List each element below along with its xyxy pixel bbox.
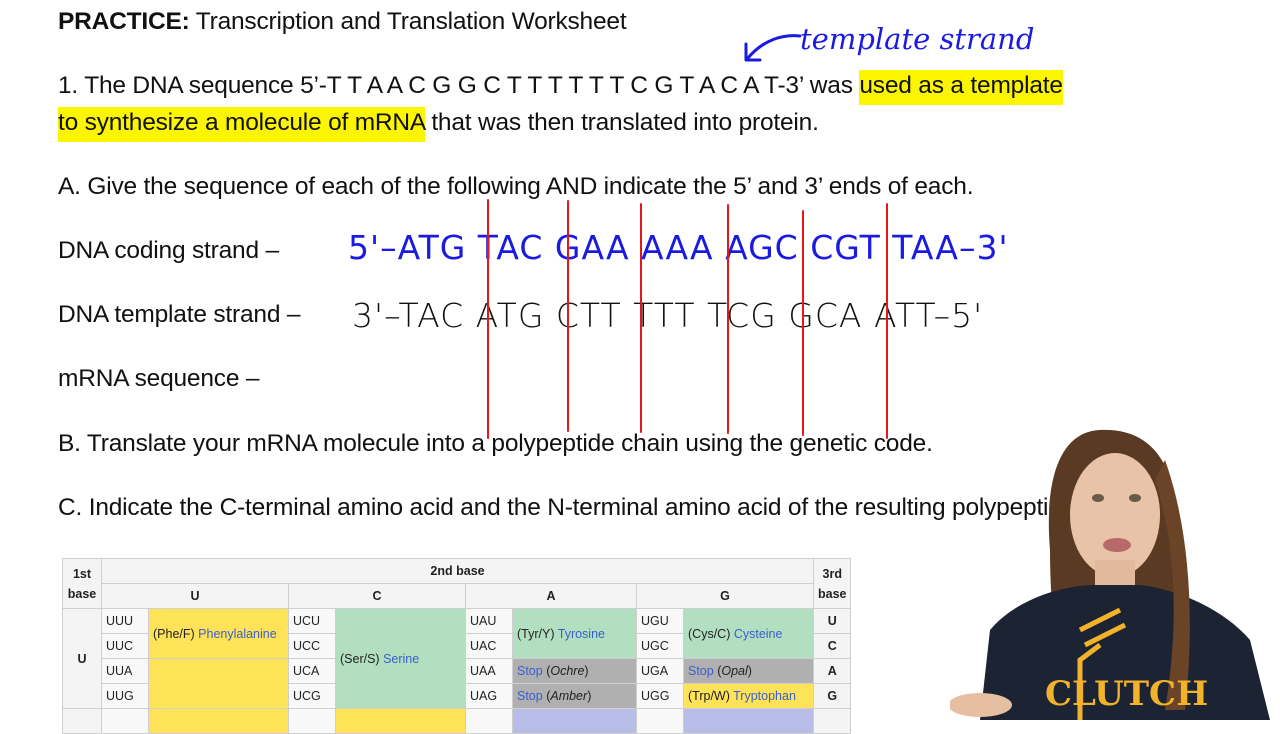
third-base-cell: U — [812, 608, 852, 634]
codon-divider — [640, 203, 642, 433]
title-bold: PRACTICE: — [58, 8, 190, 35]
codon-cell: UAU — [465, 608, 513, 634]
codon-cell: UAG — [465, 683, 513, 709]
codon-cell — [101, 708, 149, 734]
codon-cell: UUU — [101, 608, 149, 634]
presenter-face — [1070, 453, 1160, 577]
codon-cell — [636, 708, 684, 734]
part-a-prompt: A. Give the sequence of each of the foll… — [58, 173, 974, 200]
part-b-prompt: B. Translate your mRNA molecule into a p… — [58, 430, 933, 457]
third-base-cell: C — [812, 633, 852, 659]
codon-cell: UAC — [465, 633, 513, 659]
first-base-header: 1st base — [62, 558, 102, 609]
question-1-line-2: to synthesize a molecule of mRNA that wa… — [58, 107, 819, 142]
codon-cell: UCC — [288, 633, 336, 659]
coding-strand-label: DNA coding strand – — [58, 237, 279, 264]
codon-cell: UUC — [101, 633, 149, 659]
codon-divider — [727, 204, 729, 434]
amino-acid-phe: (Phe/F) Phenylalanine — [148, 608, 289, 659]
amino-acid-tyr: (Tyr/Y) Tyrosine — [512, 608, 637, 659]
codon-cell: UGU — [636, 608, 684, 634]
question-1-text: 1. The DNA sequence 5’-T T A A C G G C T… — [58, 72, 860, 99]
codon-divider — [567, 200, 569, 432]
codon-divider — [487, 199, 489, 439]
codon-divider — [886, 203, 888, 439]
codon-cell: UCU — [288, 608, 336, 634]
presenter-eye — [1092, 494, 1104, 502]
codon-cell: UGC — [636, 633, 684, 659]
stop-ochre: Stop (Ochre) — [512, 658, 637, 684]
amino-acid-leu — [148, 658, 289, 709]
question-1-line-1: 1. The DNA sequence 5’-T T A A C G G C T… — [58, 70, 1063, 105]
second-base-u: U — [101, 583, 289, 609]
arrow-down-left-icon — [744, 34, 802, 62]
codon-cell: UAA — [465, 658, 513, 684]
title-text: Transcription and Translation Worksheet — [189, 8, 627, 35]
third-base-cell — [812, 708, 852, 734]
amino-acid-cell — [683, 708, 814, 734]
second-base-c: C — [288, 583, 466, 609]
second-base-header: 2nd base — [101, 558, 814, 584]
first-base-c — [62, 708, 102, 734]
codon-cell: UGG — [636, 683, 684, 709]
amino-acid-ser: (Ser/S) Serine — [335, 608, 466, 709]
template-strand-label: DNA template strand – — [58, 301, 301, 328]
second-base-a: A — [465, 583, 637, 609]
worksheet-title: PRACTICE: Transcription and Translation … — [58, 8, 627, 36]
codon-cell: UCG — [288, 683, 336, 709]
stop-opal: Stop (Opal) — [683, 658, 814, 684]
shirt-logo-text: CLUTCH — [1045, 674, 1208, 714]
template-strand-annotation: template strand — [800, 22, 1035, 56]
codon-cell: UGA — [636, 658, 684, 684]
amino-acid-trp: (Trp/W) Tryptophan — [683, 683, 814, 709]
part-c-prompt: C. Indicate the C-terminal amino acid an… — [58, 494, 1082, 521]
amino-acid-cell — [512, 708, 637, 734]
mrna-sequence-label: mRNA sequence – — [58, 365, 260, 392]
presenter-mouth — [1103, 538, 1131, 552]
codon-cell: UUA — [101, 658, 149, 684]
codon-divider — [802, 210, 804, 436]
stop-amber: Stop (Amber) — [512, 683, 637, 709]
coding-strand-answer: 5'–ATG TAC GAA AAA AGC CGT TAA–3' — [348, 228, 1009, 267]
highlight-used-as-template: used as a template — [859, 70, 1063, 105]
presenter-hand — [950, 693, 1012, 717]
codon-cell — [465, 708, 513, 734]
first-base-u: U — [62, 608, 102, 709]
amino-acid-cys: (Cys/C) Cysteine — [683, 608, 814, 659]
codon-cell — [288, 708, 336, 734]
question-1-text-end: that was then translated into protein. — [424, 109, 819, 136]
amino-acid-cell — [148, 708, 289, 734]
second-base-g: G — [636, 583, 814, 609]
highlight-synthesize-mrna: to synthesize a molecule of mRNA — [58, 107, 425, 142]
codon-cell: UCA — [288, 658, 336, 684]
genetic-code-table: 1st base 2nd base 3rd base U C A G U UUU… — [62, 558, 852, 734]
template-strand-answer: 3'–TAC ATG CTT TTT TCG GCA ATT–5' — [352, 296, 984, 335]
codon-cell: UUG — [101, 683, 149, 709]
third-base-header: 3rd base — [812, 558, 852, 609]
amino-acid-cell — [335, 708, 466, 734]
presenter-eye — [1129, 494, 1141, 502]
third-base-cell: A — [812, 658, 852, 684]
presenter-video: CLUTCH — [950, 429, 1270, 720]
third-base-cell: G — [812, 683, 852, 709]
